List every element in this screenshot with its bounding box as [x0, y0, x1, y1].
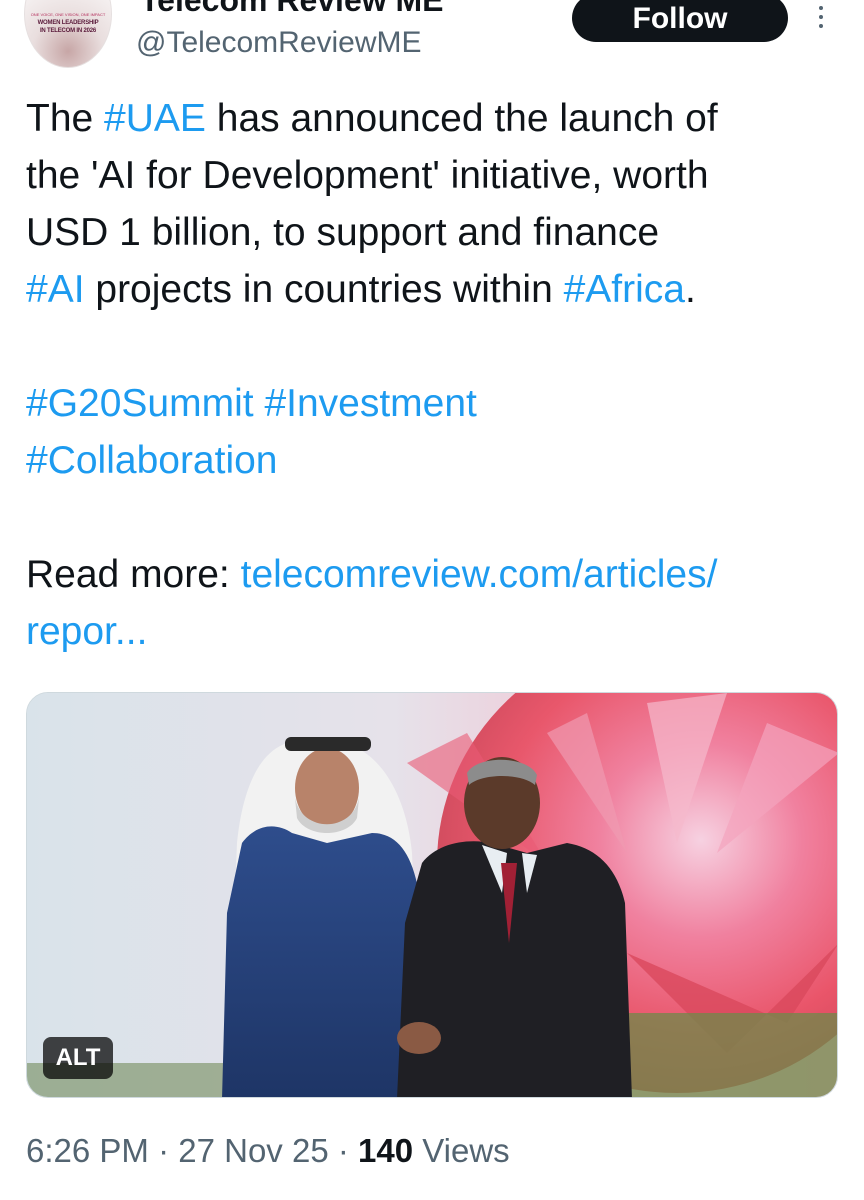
tweet-page: ONE VOICE, ONE VISION, ONE IMPACT WOMEN … [0, 0, 864, 1200]
author-handle[interactable]: @TelecomReviewME [136, 26, 422, 60]
tweet-line: #AI projects in countries within #Africa… [26, 268, 696, 311]
hashtag-africa[interactable]: #Africa [564, 268, 685, 311]
article-link[interactable]: telecomreview.com/articles/ [241, 553, 718, 596]
meta-separator: · [328, 1132, 358, 1169]
tweet-photo[interactable]: ALT [26, 692, 838, 1098]
tweet-line: Read more: telecomreview.com/articles/ [26, 546, 846, 603]
views-count: 140 [358, 1132, 414, 1169]
author-display-name[interactable]: Telecom Review ME [140, 0, 444, 19]
more-dot [819, 24, 823, 28]
author-avatar[interactable]: ONE VOICE, ONE VISION, ONE IMPACT WOMEN … [24, 0, 112, 68]
tweet-line: #G20Summit #Investment [26, 375, 846, 432]
tweet-text: The #UAE has announced the launch of the… [26, 90, 846, 660]
tweet-line: #Collaboration [26, 432, 846, 489]
more-dot [819, 6, 823, 10]
tweet-meta: 6:26 PM · 27 Nov 25 · 140 Views [26, 1132, 510, 1170]
tweet-date[interactable]: 27 Nov 25 [178, 1132, 328, 1169]
more-dot [819, 15, 823, 19]
tweet-time[interactable]: 6:26 PM [26, 1132, 149, 1169]
alt-text-button[interactable]: ALT [43, 1037, 113, 1079]
meta-separator: · [148, 1132, 179, 1169]
views-label: Views [413, 1132, 510, 1169]
hashtag-g20summit[interactable]: #G20Summit [26, 382, 254, 425]
hashtag-investment[interactable]: #Investment [264, 382, 476, 425]
tweet-line: USD 1 billion, to support and finance [26, 211, 660, 254]
article-link-continued[interactable]: repor... [26, 610, 147, 653]
tweet-line: the 'AI for Development' initiative, wor… [26, 154, 709, 197]
hashtag-collaboration[interactable]: #Collaboration [26, 439, 278, 482]
follow-button[interactable]: Follow [572, 0, 788, 42]
hashtag-ai[interactable]: #AI [26, 268, 85, 311]
tweet-line: repor... [26, 603, 846, 660]
hashtag-uae[interactable]: #UAE [104, 97, 206, 140]
avatar-logo-text: ONE VOICE, ONE VISION, ONE IMPACT WOMEN … [30, 12, 106, 34]
read-more-label: Read more: [26, 553, 241, 596]
tweet-line: The #UAE has announced the launch of [26, 97, 718, 140]
more-vertical-icon[interactable] [814, 6, 828, 30]
photo-handshake-image [27, 693, 837, 1097]
